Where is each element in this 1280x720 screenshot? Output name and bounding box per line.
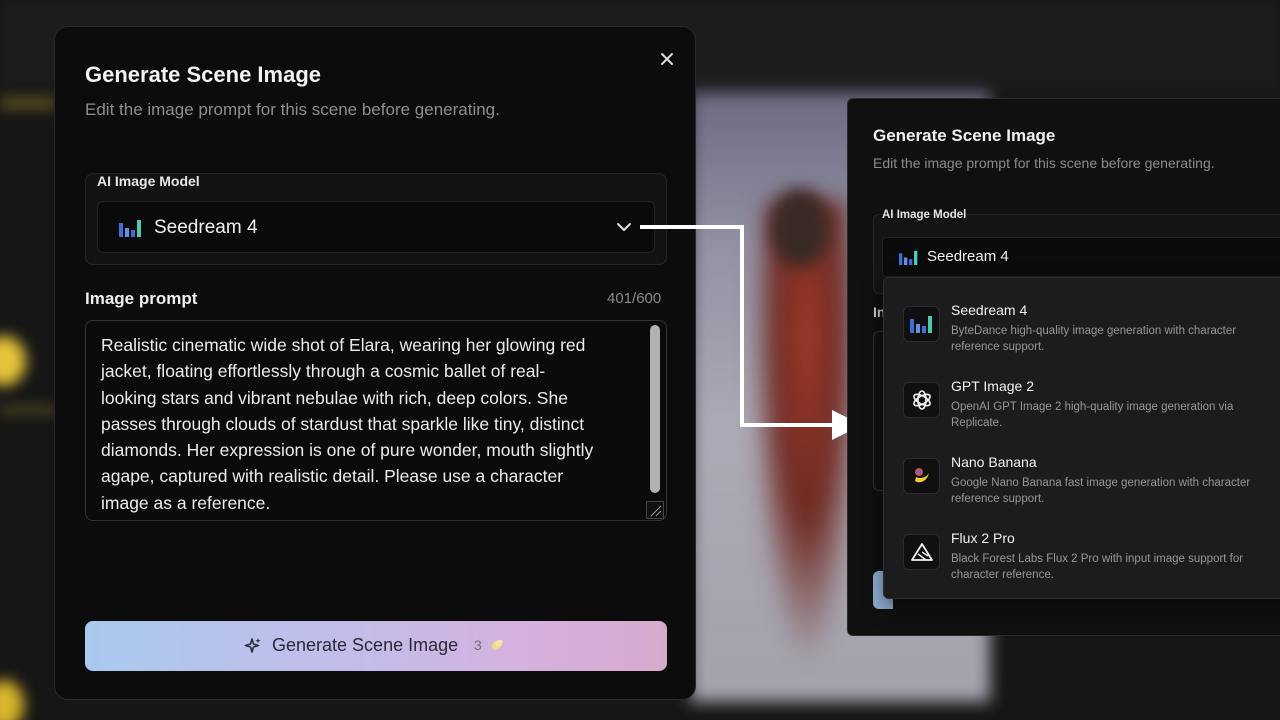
model-select[interactable]: Seedream 4 [97,201,655,253]
flux-icon [903,534,940,570]
generate-scene-modal: Generate Scene Image Edit the image prom… [54,26,696,700]
prompt-line: image as a reference. [101,492,271,513]
background-figure-head [770,188,830,268]
model-option-description: Google Nano Banana fast image generation… [951,475,1280,507]
prompt-line: passes through clouds of stardust that s… [101,413,585,434]
zoom-model-select[interactable]: Seedream 4 [882,237,1280,277]
selected-model-name: Seedream 4 [154,217,258,238]
zoom-subtitle: Edit the image prompt for this scene bef… [873,155,1215,171]
model-option-name: Nano Banana [951,454,1037,470]
prompt-line: Realistic cinematic wide shot of Elara, … [101,335,586,355]
sparkles-icon [243,636,263,661]
zoom-title: Generate Scene Image [873,126,1056,145]
model-option-description: Black Forest Labs Flux 2 Pro with input … [951,551,1280,583]
zoom-model-label: AI Image Model [882,209,967,221]
generate-scene-image-button[interactable]: Generate Scene Image 3 [85,621,667,671]
resize-handle-icon[interactable] [646,501,664,519]
background-bar [0,96,56,110]
background-avatar [0,336,26,386]
description-line: reference support. [951,493,1045,505]
generate-button-label: Generate Scene Image [272,635,459,655]
model-option-nano-banana[interactable]: Nano Banana Google Nano Banana fast imag… [884,446,1280,522]
zoom-selected-model-name: Seedream 4 [927,248,1009,265]
credit-cost: 3 [474,637,482,653]
seedream-icon [903,306,940,342]
prompt-line: looking stars and vibrant nebulae with r… [101,387,568,408]
model-option-name: Flux 2 Pro [951,530,1015,546]
zoomed-preview-panel: Generate Scene Image Edit the image prom… [847,98,1280,636]
model-dropdown-menu: Seedream 4 ByteDance high-quality image … [883,277,1280,599]
model-option-description: ByteDance high-quality image generation … [951,323,1280,355]
prompt-label: Image prompt [85,289,198,308]
description-line: ByteDance high-quality image generation … [951,325,1237,337]
description-line: OpenAI GPT Image 2 high-quality image ge… [951,401,1234,413]
model-option-description: OpenAI GPT Image 2 high-quality image ge… [951,399,1280,431]
seedream-icon [119,219,143,242]
model-option-flux-2-pro[interactable]: Flux 2 Pro Black Forest Labs Flux 2 Pro … [884,522,1280,598]
prompt-textarea[interactable]: Realistic cinematic wide shot of Elara, … [85,320,667,521]
model-option-gpt-image-2[interactable]: GPT Image 2 OpenAI GPT Image 2 high-qual… [884,370,1280,446]
background-avatar [0,680,24,720]
background-figure [752,200,862,660]
description-line: character reference. [951,569,1054,581]
banana-icon [903,458,940,494]
model-label: AI Image Model [97,173,200,189]
model-option-name: Seedream 4 [951,302,1028,318]
chevron-down-icon [616,220,632,239]
model-option-seedream-4[interactable]: Seedream 4 ByteDance high-quality image … [884,294,1280,370]
prompt-char-count: 401/600 [607,290,662,307]
close-icon[interactable] [655,47,679,71]
description-line: Google Nano Banana fast image generation… [951,477,1251,489]
textarea-scrollbar[interactable] [650,325,660,493]
prompt-text[interactable]: Realistic cinematic wide shot of Elara, … [101,332,631,516]
prompt-line: diamonds. Her expression is one of pure … [101,440,594,461]
description-line: Replicate. [951,417,1003,429]
prompt-line: agape, captured with realistic detail. P… [101,466,564,487]
modal-title: Generate Scene Image [85,62,322,87]
seedream-icon [899,250,919,270]
modal-subtitle: Edit the image prompt for this scene bef… [85,100,500,119]
model-selector-group: AI Image Model Seedream 4 [85,173,667,265]
openai-icon [903,382,940,418]
model-option-name: GPT Image 2 [951,378,1035,394]
credits-coin-icon [487,635,507,660]
description-line: Black Forest Labs Flux 2 Pro with input … [951,553,1244,565]
prompt-line: jacket, floating effortlessly through a … [101,361,546,382]
background-bar [0,404,56,416]
description-line: reference support. [951,341,1045,353]
